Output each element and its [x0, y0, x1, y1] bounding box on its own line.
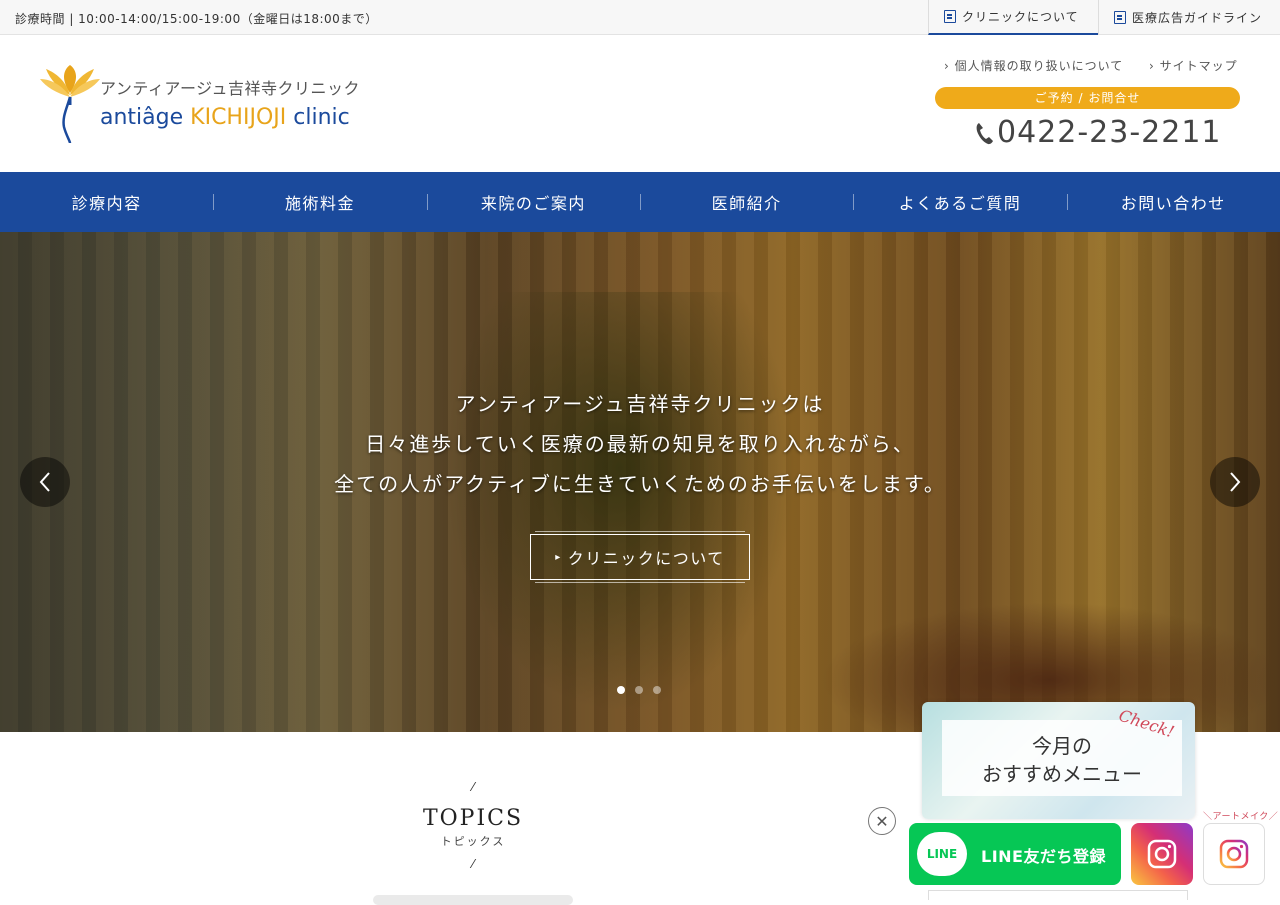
logo-english-name: antiâge KICHIJOJI clinic	[100, 105, 350, 130]
hero-line-3: 全ての人がアクティブに生きていくためのお手伝いをします。	[334, 472, 946, 496]
monthly-recommend-banner[interactable]: 今月の おすすめメニュー Check!	[922, 702, 1195, 819]
ad-guideline-link[interactable]: 医療広告ガイドライン	[1098, 0, 1280, 35]
slider-dot[interactable]	[617, 686, 625, 694]
sitemap-label: サイトマップ	[1159, 59, 1238, 73]
lotus-logo-icon[interactable]	[40, 63, 100, 149]
slider-dot[interactable]	[653, 686, 661, 694]
ad-guideline-label: 医療広告ガイドライン	[1132, 11, 1263, 25]
decorative-slash-icon: ⁄	[471, 857, 474, 871]
slider-pagination	[617, 686, 661, 694]
nav-item-doctors[interactable]: 医師紹介	[639, 172, 853, 232]
slider-dot[interactable]	[635, 686, 643, 694]
slider-prev-button[interactable]	[20, 457, 70, 507]
instagram-icon	[1147, 839, 1177, 869]
top-bar: 診療時間 | 10:00-14:00/15:00-19:00（金曜日は18:00…	[0, 0, 1280, 35]
play-triangle-icon: ▸	[555, 551, 562, 563]
topics-title: TOPICS	[422, 806, 524, 831]
hero-line-1: アンティアージュ吉祥寺クリニックは	[455, 392, 825, 416]
sitemap-link[interactable]: › サイトマップ	[1149, 57, 1238, 74]
decorative-slash-icon: ⁄	[471, 780, 474, 794]
artmake-instagram-button[interactable]	[1203, 823, 1265, 885]
phone-link[interactable]: 0422-23-2211	[975, 115, 1222, 150]
instagram-icon	[1219, 839, 1249, 869]
nav-item-treatments[interactable]: 診療内容	[0, 172, 213, 232]
promo-line-1: 今月の	[1032, 734, 1092, 758]
site-header: アンティアージュ吉祥寺クリニック antiâge KICHIJOJI clini…	[0, 35, 1280, 172]
nav-item-faq[interactable]: よくあるご質問	[853, 172, 1066, 232]
widget-panel-edge	[928, 890, 1188, 900]
hero-clinic-about-button[interactable]: ▸ クリニックについて	[530, 531, 750, 583]
chevron-right-icon	[1230, 472, 1241, 492]
topics-tab[interactable]	[373, 895, 573, 905]
chevron-right-icon: ›	[1149, 59, 1155, 73]
document-icon	[1114, 11, 1126, 24]
phone-number: 0422-23-2211	[997, 115, 1222, 150]
hero-message: アンティアージュ吉祥寺クリニックは 日々進歩していく医療の最新の知見を取り入れな…	[0, 384, 1280, 504]
nav-item-prices[interactable]: 施術料金	[213, 172, 426, 232]
clinic-hours: 診療時間 | 10:00-14:00/15:00-19:00（金曜日は18:00…	[15, 12, 378, 26]
line-friend-add-button[interactable]: LINE LINE友だち登録	[909, 823, 1121, 885]
slider-next-button[interactable]	[1210, 457, 1260, 507]
chevron-left-icon	[39, 472, 50, 492]
instagram-button[interactable]	[1131, 823, 1193, 885]
close-button[interactable]: ✕	[868, 807, 896, 835]
logo-en-kichijoji: KICHIJOJI	[190, 105, 287, 130]
logo-japanese-name: アンティアージュ吉祥寺クリニック	[100, 79, 361, 98]
clinic-about-link[interactable]: クリニックについて	[928, 0, 1098, 35]
promo-line-2: おすすめメニュー	[982, 762, 1142, 786]
nav-item-contact[interactable]: お問い合わせ	[1066, 172, 1280, 232]
line-friend-add-label: LINE友だち登録	[981, 847, 1106, 866]
phone-icon	[976, 122, 993, 144]
logo-en-antiage: antiâge	[100, 105, 184, 130]
nav-item-visit-guide[interactable]: 来院のご案内	[426, 172, 640, 232]
hero-slider: アンティアージュ吉祥寺クリニックは 日々進歩していく医療の最新の知見を取り入れな…	[0, 232, 1280, 732]
building-icon	[944, 10, 956, 23]
line-logo-icon: LINE	[917, 832, 967, 876]
reserve-contact-button[interactable]: ご予約 / お問合せ	[935, 87, 1240, 109]
main-nav: 診療内容 施術料金 来院のご案内 医師紹介 よくあるご質問 お問い合わせ	[0, 172, 1280, 232]
logo-en-clinic: clinic	[293, 105, 350, 130]
chevron-right-icon: ›	[944, 59, 950, 73]
topics-heading: ⁄ TOPICS トピックス ⁄	[373, 780, 573, 871]
hero-button-label: クリニックについて	[567, 549, 725, 568]
privacy-policy-link[interactable]: › 個人情報の取り扱いについて	[944, 57, 1123, 74]
clinic-about-label: クリニックについて	[962, 10, 1079, 24]
topics-subtitle: トピックス	[440, 835, 506, 848]
hero-line-2: 日々進歩していく医療の最新の知見を取り入れながら、	[365, 432, 915, 456]
artmake-label: ＼アートメイク／	[1203, 812, 1279, 822]
close-icon: ✕	[875, 811, 889, 831]
privacy-policy-label: 個人情報の取り扱いについて	[954, 59, 1124, 73]
